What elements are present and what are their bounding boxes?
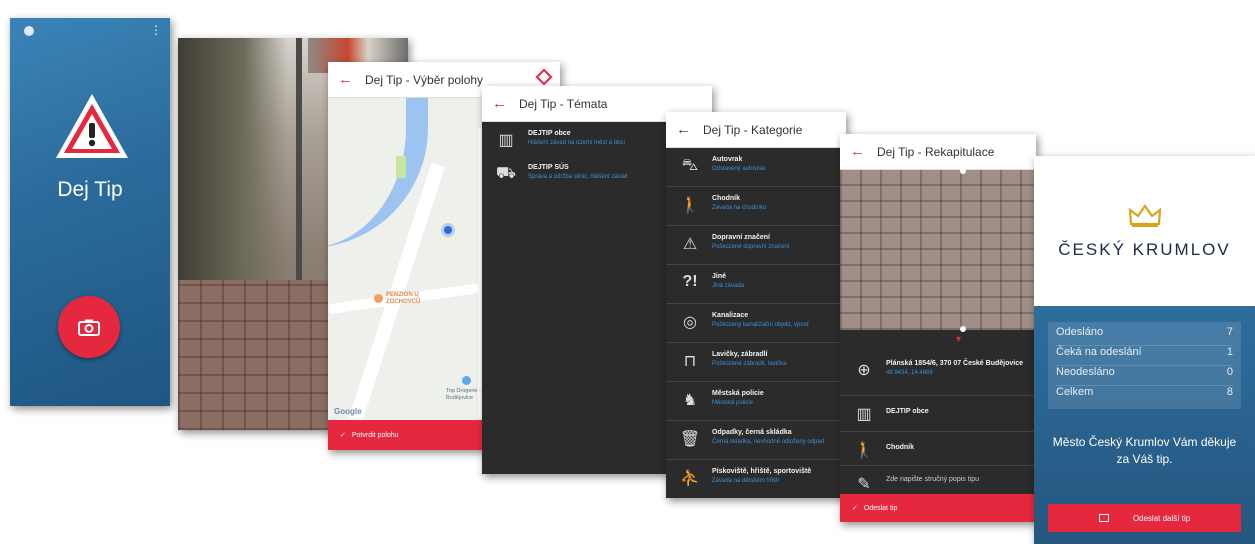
send-tip-button[interactable]: ✓ Odeslat tip [840,494,1036,522]
coords-text: 48.9434, 14.4668 [886,370,933,376]
check-icon: ✓ [340,432,346,439]
categories-screen: ← Dej Tip - Kategorie ⛍ Autovrak Odstavený… [666,112,846,498]
drogerie-pin-icon[interactable] [462,376,471,385]
photo-crop-handle[interactable] [960,168,966,174]
back-arrow-icon[interactable]: ← [338,71,353,88]
location-target-icon: ⊕ [857,362,871,379]
category-item[interactable]: ◎ Kanalizace Poškozený kanalizační objekt,… [666,304,846,343]
category-text: Chodník [886,444,914,451]
back-arrow-icon[interactable]: ← [850,143,865,160]
question-exclamation-icon: ?! [682,273,698,290]
police-dog-icon: ♞ [682,392,698,409]
building-icon: ▥ [856,406,872,423]
thanks-message: Město Český Krumlov Vám děkuje za Váš ti… [1052,435,1237,466]
photo-crop-handle[interactable] [960,326,966,332]
category-item[interactable]: 🚶 Chodník Závada na chodníku [666,187,846,226]
wrecked-car-icon: ⛍ [681,157,699,174]
bench-icon: ⊓ [683,353,697,370]
app-title: Dej Tip [57,178,123,201]
city-name: ČESKÝ KRUMLOV [1058,240,1231,259]
penzion-pin-icon[interactable] [374,294,383,303]
topic-row: ▥ DEJTIP obce [840,396,1036,432]
send-tip-label: Odeslat tip [863,504,898,512]
target-location-icon[interactable] [535,68,553,86]
summary-screen: ← Dej Tip - Rekapitulace ▾ ⊕ Plánská 185… [840,134,1036,522]
park-area [396,156,406,178]
car-icon: ⛟ [495,165,517,182]
category-item[interactable]: ?! Jiné Jiná závada [666,265,846,304]
app-logo-icon [24,26,34,36]
category-item[interactable]: 🗑 Odpadky, černá skládka Černá skládka, ne… [666,421,846,460]
category-item[interactable]: ⛍ Autovrak Odstavený autovrak [666,148,846,187]
pedestrian-icon: 🚶 [854,442,874,459]
edit-note-icon: ✎ [857,476,871,493]
google-logo: Google [334,407,362,416]
stat-row: Neodesláno 0 [1056,366,1233,386]
categories-title: Dej Tip - Kategorie [703,122,803,137]
categories-appbar: ← Dej Tip - Kategorie [666,112,846,148]
manhole-icon: ◎ [683,314,697,331]
tip-photo[interactable] [840,168,1036,332]
camera-icon [1098,514,1109,522]
category-item[interactable]: ⚠ Dopravní značení Poškozené dopravní znač… [666,226,846,265]
back-arrow-icon[interactable]: ← [676,121,691,138]
overflow-menu-icon[interactable]: ⋮ [150,24,162,36]
category-item[interactable]: ⊓ Lavičky, zábradlí Poškozené zábradlí, la… [666,343,846,382]
map-label-penzion: PENZION U ZOCHOVCŮ [386,292,421,305]
summary-appbar: ← Dej Tip - Rekapitulace [840,134,1036,170]
location-title: Dej Tip - Výběr polohy [365,72,484,87]
trash-can-icon: 🗑 [679,431,701,448]
description-placeholder: Zde napište stručný popis tipu [886,476,979,483]
expand-chevron-icon[interactable]: ▾ [956,334,961,345]
stat-row: Čeká na odeslání 1 [1056,346,1233,366]
confirm-location-label: Potvrdit polohu [351,431,399,439]
send-another-button[interactable]: Odeslat další tip [1048,504,1241,532]
stats-table: Odesláno 7 Čeká na odeslání 1 Neodesláno 0 … [1048,322,1241,409]
building-icon: ▥ [498,132,514,149]
pedestrian-icon: 🚶 [680,197,700,214]
thanks-screen: ČESKÝ KRUMLOV Odesláno 7 Čeká na odeslání… [1034,156,1255,544]
camera-icon [78,319,100,336]
topics-title: Dej Tip - Témata [519,96,608,111]
stat-row: Celkem 8 [1056,386,1233,398]
check-icon: ✓ [852,505,858,512]
category-item[interactable]: ♞ Městská policie Městská policie [666,382,846,421]
send-another-label: Odeslat další tip [1132,513,1191,523]
playground-icon: ⛹ [680,470,700,487]
back-arrow-icon[interactable]: ← [492,95,507,112]
current-location-dot [444,226,452,234]
category-row: 🚶 Chodník [840,432,1036,466]
category-item[interactable]: ⛹ Pískoviště, hřiště, sportoviště Závada n… [666,460,846,498]
topic-text: DEJTIP obce [886,408,929,415]
address-text: Plánská 1854/6, 370 07 České Budějovice [886,360,1023,367]
summary-title: Dej Tip - Rekapitulace [877,144,995,159]
splash-screen: ⋮ Dej Tip [10,18,170,406]
address-row: ⊕ Plánská 1854/6, 370 07 České Budějovic… [840,352,1036,396]
traffic-sign-icon: ⚠ [682,236,698,253]
stat-row: Odesláno 7 [1056,326,1233,346]
description-input[interactable]: ✎ Zde napište stručný popis tipu [840,466,1036,494]
pole [296,38,302,283]
camera-button[interactable] [58,296,120,358]
warning-icon [56,94,128,158]
thanks-panel: Odesláno 7 Čeká na odeslání 1 Neodesláno 0 … [1034,306,1255,544]
crown-logo-icon [1128,204,1162,227]
